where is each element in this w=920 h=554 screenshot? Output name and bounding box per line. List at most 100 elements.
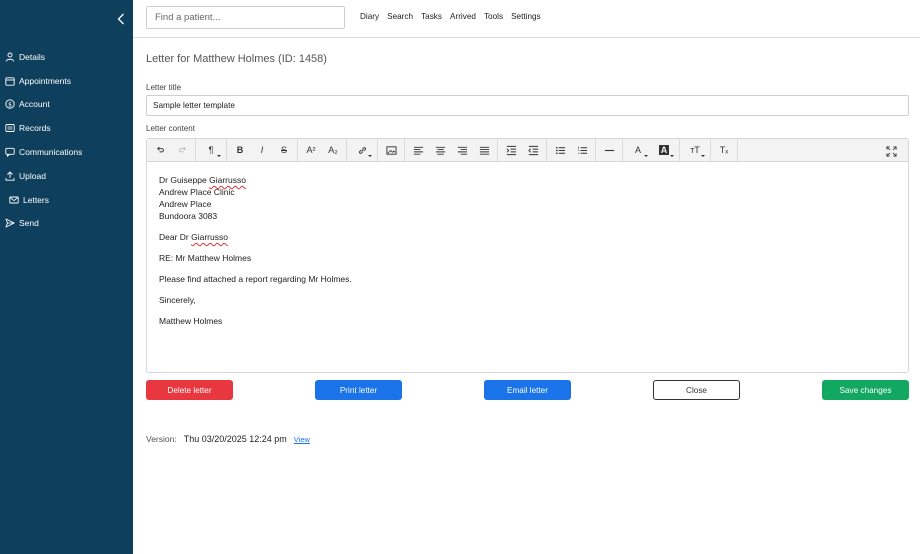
dollar-icon: $ xyxy=(4,99,15,110)
version-label: Version: xyxy=(146,434,177,444)
sidebar-item-label: Appointments xyxy=(19,75,71,86)
outdent-icon xyxy=(527,145,538,155)
signature: Matthew Holmes xyxy=(159,316,223,326)
address-line-3: Andrew Place xyxy=(159,199,212,209)
sidebar-item-label: Records xyxy=(19,123,51,134)
version-info: Version: Thu 03/20/2025 12:24 pm View xyxy=(146,434,310,444)
records-icon xyxy=(4,123,15,134)
address-line-2: Andrew Place Clinic xyxy=(159,187,235,197)
nav-settings[interactable]: Settings xyxy=(511,12,541,21)
indent-button[interactable] xyxy=(500,140,522,160)
view-version-link[interactable]: View xyxy=(294,435,310,444)
closing: Sincerely, xyxy=(159,295,196,305)
align-left-button[interactable] xyxy=(407,140,429,160)
horizontal-rule-button[interactable] xyxy=(598,140,620,160)
editor-content[interactable]: Dr Guiseppe Giarrusso Andrew Place Clini… xyxy=(147,162,908,348)
sidebar-item-communications[interactable]: Communications xyxy=(0,140,133,164)
sidebar-item-label: Letters xyxy=(23,194,49,205)
toolbar-group-lists xyxy=(547,138,596,162)
link-icon xyxy=(358,146,366,154)
undo-button[interactable] xyxy=(149,140,171,160)
strikethrough-button[interactable]: S xyxy=(273,140,295,160)
caret-down-icon xyxy=(217,155,221,157)
sidebar-item-label: Upload xyxy=(19,170,46,181)
outdent-button[interactable] xyxy=(522,140,544,160)
bold-icon: B xyxy=(236,145,244,155)
re-line: RE: Mr Matthew Holmes xyxy=(159,253,252,263)
save-changes-button[interactable]: Save changes xyxy=(822,380,909,400)
paragraph-format-button[interactable]: ¶ xyxy=(198,140,224,160)
fullscreen-button[interactable] xyxy=(880,141,902,161)
superscript-button[interactable]: A² xyxy=(300,140,322,160)
sidebar-item-appointments[interactable]: Appointments xyxy=(0,69,133,93)
font-size-icon: ᴛT xyxy=(690,145,700,155)
nav-search[interactable]: Search xyxy=(387,12,413,21)
greeting: Dear Dr Giarrusso xyxy=(159,232,228,242)
nav-tools[interactable]: Tools xyxy=(484,12,503,21)
letter-title-input[interactable] xyxy=(146,95,909,116)
align-center-button[interactable] xyxy=(429,140,451,160)
sidebar-item-label: Account xyxy=(19,99,50,110)
sidebar-item-upload[interactable]: Upload xyxy=(0,164,133,188)
caret-down-icon xyxy=(368,155,372,157)
unordered-list-button[interactable] xyxy=(549,140,571,160)
chevron-left-icon xyxy=(117,13,124,25)
toolbar-group-indent xyxy=(498,138,547,162)
close-button[interactable]: Close xyxy=(653,380,740,400)
paragraph-icon: ¶ xyxy=(208,145,214,155)
sidebar-item-label: Send xyxy=(19,218,39,229)
nav-diary[interactable]: Diary xyxy=(360,12,379,21)
sidebar-item-account[interactable]: $ Account xyxy=(0,93,133,117)
toolbar-group-colors: A A xyxy=(623,138,680,162)
align-center-icon xyxy=(435,146,445,155)
chat-icon xyxy=(4,147,15,158)
print-letter-button[interactable]: Print letter xyxy=(315,380,402,400)
address-block: Dr Guiseppe Giarrusso Andrew Place Clini… xyxy=(159,174,896,222)
bold-button[interactable]: B xyxy=(229,140,251,160)
font-size-button[interactable]: ᴛT xyxy=(682,140,708,160)
clear-formatting-button[interactable]: Tₓ xyxy=(713,140,735,160)
subscript-icon: A₂ xyxy=(328,145,338,155)
align-justify-button[interactable] xyxy=(473,140,495,160)
letter-body: Please find attached a report regarding … xyxy=(159,274,352,284)
background-color-button[interactable]: A xyxy=(651,140,677,160)
subscript-button[interactable]: A₂ xyxy=(322,140,344,160)
sidebar-item-send[interactable]: Send xyxy=(0,212,133,236)
nav-arrived[interactable]: Arrived xyxy=(450,12,476,21)
calendar-icon xyxy=(4,75,15,86)
align-right-button[interactable] xyxy=(451,140,473,160)
nav-tasks[interactable]: Tasks xyxy=(421,12,442,21)
letter-title-label: Letter title xyxy=(146,83,182,92)
redo-button[interactable] xyxy=(171,140,193,160)
svg-text:$: $ xyxy=(8,102,12,109)
editor-toolbar: ¶ B I S A² A₂ A A ᴛT Tₓ xyxy=(147,138,908,162)
image-icon xyxy=(385,145,397,155)
insert-image-button[interactable] xyxy=(380,140,402,160)
sidebar-item-details[interactable]: Details xyxy=(0,45,133,69)
insert-link-button[interactable] xyxy=(349,140,375,160)
collapse-sidebar-button[interactable] xyxy=(113,10,129,28)
topbar: Diary Search Tasks Arrived Tools Setting… xyxy=(133,0,920,38)
font-color-button[interactable]: A xyxy=(625,140,651,160)
letter-editor: ¶ B I S A² A₂ A A ᴛT Tₓ Dr Guiseppe Giar… xyxy=(146,138,909,373)
delete-letter-button[interactable]: Delete letter xyxy=(146,380,233,400)
sidebar: Details Appointments $ Account Records C… xyxy=(0,0,133,554)
email-letter-button[interactable]: Email letter xyxy=(484,380,571,400)
strikethrough-icon: S xyxy=(280,145,287,155)
expand-icon xyxy=(885,145,897,157)
ordered-list-button[interactable] xyxy=(571,140,593,160)
sidebar-item-letters[interactable]: Letters xyxy=(0,188,133,212)
align-left-icon xyxy=(413,146,423,155)
toolbar-group-size: ᴛT xyxy=(680,138,711,162)
address-line-1: Dr Guiseppe Giarrusso xyxy=(159,175,246,185)
clear-format-icon: Tₓ xyxy=(719,145,729,155)
sidebar-item-records[interactable]: Records xyxy=(0,116,133,140)
indent-icon xyxy=(506,145,516,155)
toolbar-group-image xyxy=(378,138,405,162)
patient-search-input[interactable] xyxy=(146,6,345,29)
envelope-icon xyxy=(8,194,19,205)
italic-button[interactable]: I xyxy=(251,140,273,160)
numbered-list-icon xyxy=(577,146,587,154)
page-title: Letter for Matthew Holmes (ID: 1458) xyxy=(146,53,327,65)
sidebar-nav: Details Appointments $ Account Records C… xyxy=(0,45,133,235)
